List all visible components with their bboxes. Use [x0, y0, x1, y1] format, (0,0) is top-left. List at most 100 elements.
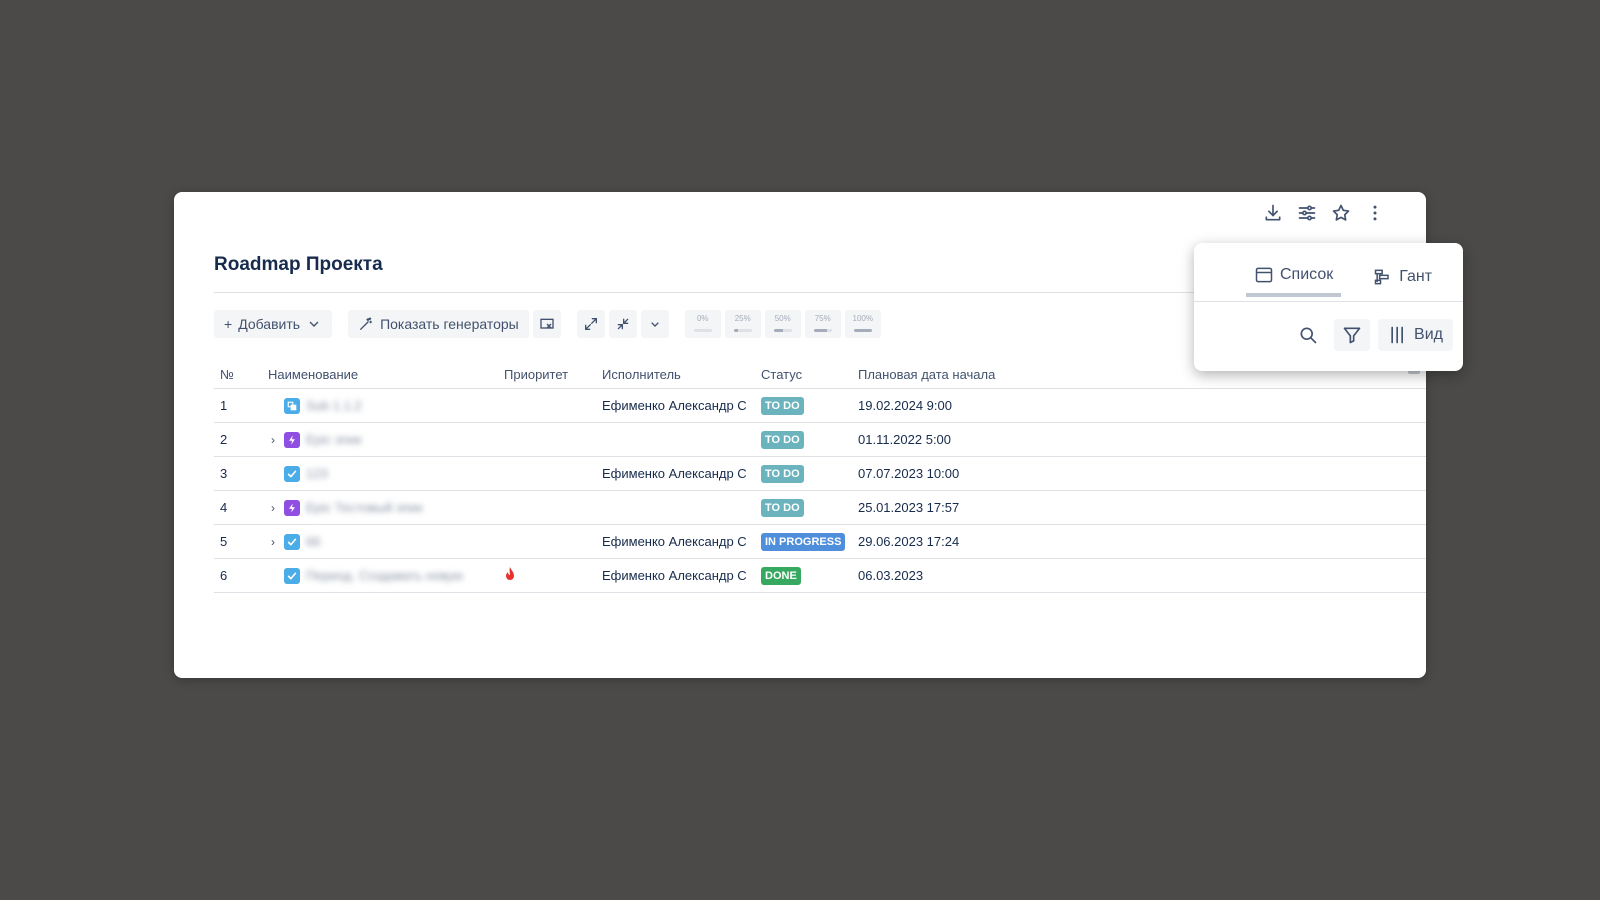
progress-filter-label: 50%: [774, 314, 791, 323]
view-tabs: Список Гант: [1246, 265, 1440, 297]
progress-filter-label: 25%: [734, 314, 751, 323]
priority-cell: [498, 558, 596, 593]
popover-divider: [1194, 301, 1463, 302]
start-date-cell: 07.07.2023 10:00: [852, 456, 1426, 491]
magic-wand-icon: [360, 317, 373, 330]
assignee-name: Ефименко Александр С: [602, 466, 747, 481]
name-cell: › Epic эпик: [262, 422, 498, 457]
column-header-priority[interactable]: Приоритет: [498, 360, 596, 389]
chevron-right-icon[interactable]: ›: [268, 535, 278, 549]
search-button[interactable]: [1290, 319, 1326, 351]
progress-bar-fill: [733, 329, 739, 332]
issue-name-link[interactable]: Sub 1.1.2: [306, 398, 362, 413]
table-row[interactable]: 4 › Epic Тестовый эпик TO DO 25.01.2023 17:5…: [214, 490, 1426, 525]
more-vertical-icon[interactable]: [1364, 202, 1386, 224]
assignee-cell: Ефименко Александр С: [596, 456, 755, 491]
name-cell: Период. Создавать новую: [262, 558, 498, 593]
add-button[interactable]: + Добавить: [214, 310, 333, 338]
table-row[interactable]: 1 Sub 1.1.2 Ефименко Александр С TO DO 19.02…: [214, 388, 1426, 423]
status-cell: TO DO: [755, 490, 852, 525]
table-row[interactable]: 5 › 66 Ефименко Александр С IN PROGRESS 29.06…: [214, 524, 1426, 559]
expand-options-button[interactable]: [640, 310, 669, 338]
priority-cell: [498, 524, 596, 559]
table-row[interactable]: 2 › Epic эпик TO DO 01.11.2022 5:00: [214, 422, 1426, 457]
start-date-cell: 06.03.2023: [852, 558, 1426, 593]
row-number: 1: [214, 388, 262, 423]
progress-filter-label: 100%: [852, 314, 873, 323]
row-number: 5: [214, 524, 262, 559]
progress-filter-button[interactable]: 25%: [724, 310, 761, 338]
toolbar: + Добавить Показать генераторы 0% 25% 50% 7…: [214, 310, 881, 338]
status-badge[interactable]: TO DO: [761, 498, 804, 517]
name-cell: Sub 1.1.2: [262, 388, 498, 423]
progress-bar: [773, 329, 792, 332]
header-actions: [1262, 202, 1386, 224]
row-number: 3: [214, 456, 262, 491]
tab-list[interactable]: Список: [1246, 265, 1342, 297]
issue-name-link[interactable]: Период. Создавать новую: [306, 568, 463, 583]
assignee-cell: Ефименко Александр С: [596, 524, 755, 559]
status-badge[interactable]: TO DO: [761, 430, 804, 449]
show-generators-button[interactable]: Показать генераторы: [348, 310, 529, 338]
hide-generators-button[interactable]: [532, 310, 561, 338]
progress-bar-fill: [813, 329, 828, 332]
chevron-right-icon[interactable]: ›: [268, 433, 278, 447]
progress-filter-button[interactable]: 0%: [684, 310, 721, 338]
settings-sliders-icon[interactable]: [1296, 202, 1318, 224]
priority-highest-icon: [504, 567, 516, 584]
column-header-assignee[interactable]: Исполнитель: [596, 360, 755, 389]
progress-filter-button[interactable]: 75%: [804, 310, 841, 338]
progress-bar-fill: [773, 329, 783, 332]
column-header-number[interactable]: №: [214, 360, 262, 389]
progress-bar: [733, 329, 752, 332]
status-badge[interactable]: TO DO: [761, 396, 804, 415]
expand-all-button[interactable]: [576, 310, 605, 338]
show-generators-label: Показать генераторы: [380, 316, 519, 332]
start-date-cell: 29.06.2023 17:24: [852, 524, 1426, 559]
issue-name-link[interactable]: 123: [306, 466, 328, 481]
column-header-status[interactable]: Статус: [755, 360, 852, 389]
table-row[interactable]: 6 Период. Создавать новую Ефименко Алексан…: [214, 558, 1426, 593]
progress-bar: [853, 329, 872, 332]
chevron-down-icon: [650, 322, 659, 327]
progress-filter-group: 0% 25% 50% 75% 100%: [684, 310, 881, 338]
filter-button[interactable]: [1334, 319, 1371, 351]
issue-name-link[interactable]: Epic Тестовый эпик: [306, 500, 423, 515]
task-icon: [284, 533, 300, 550]
status-cell: TO DO: [755, 456, 852, 491]
table-row[interactable]: 3 123 Ефименко Александр С TO DO 07.07.2023 …: [214, 456, 1426, 491]
column-header-name[interactable]: Наименование: [262, 360, 498, 389]
collapse-all-button[interactable]: [608, 310, 637, 338]
tab-list-label: Список: [1280, 266, 1334, 283]
tab-gantt[interactable]: Гант: [1365, 265, 1440, 297]
assignee-cell: Ефименко Александр С: [596, 558, 755, 593]
add-label: Добавить: [238, 316, 301, 332]
progress-filter-button[interactable]: 100%: [844, 310, 881, 338]
progress-filter-label: 0%: [696, 314, 709, 323]
progress-bar-fill: [853, 329, 872, 332]
issue-name-link[interactable]: 66: [306, 534, 320, 549]
gantt-icon: [1374, 269, 1389, 285]
star-icon[interactable]: [1330, 202, 1352, 224]
plus-icon: +: [224, 316, 233, 332]
issue-name-link[interactable]: Epic эпик: [306, 432, 362, 447]
progress-bar: [813, 329, 832, 332]
chevron-right-icon[interactable]: ›: [268, 501, 278, 515]
status-badge[interactable]: DONE: [761, 566, 801, 585]
epic-icon: [284, 431, 300, 448]
expand-icon: [584, 318, 597, 330]
view-button[interactable]: Вид: [1378, 319, 1453, 351]
download-icon[interactable]: [1262, 202, 1284, 224]
assignee-name: Ефименко Александр С: [602, 568, 747, 583]
status-badge[interactable]: IN PROGRESS: [761, 532, 846, 551]
progress-filter-button[interactable]: 50%: [764, 310, 801, 338]
row-number: 6: [214, 558, 262, 593]
priority-cell: [498, 490, 596, 525]
status-cell: DONE: [755, 558, 852, 593]
assignee-cell: [596, 490, 755, 525]
status-cell: TO DO: [755, 388, 852, 423]
priority-cell: [498, 456, 596, 491]
status-badge[interactable]: TO DO: [761, 464, 804, 483]
name-cell: 123: [262, 456, 498, 491]
page-title: Roadmap Проекта: [214, 254, 383, 275]
